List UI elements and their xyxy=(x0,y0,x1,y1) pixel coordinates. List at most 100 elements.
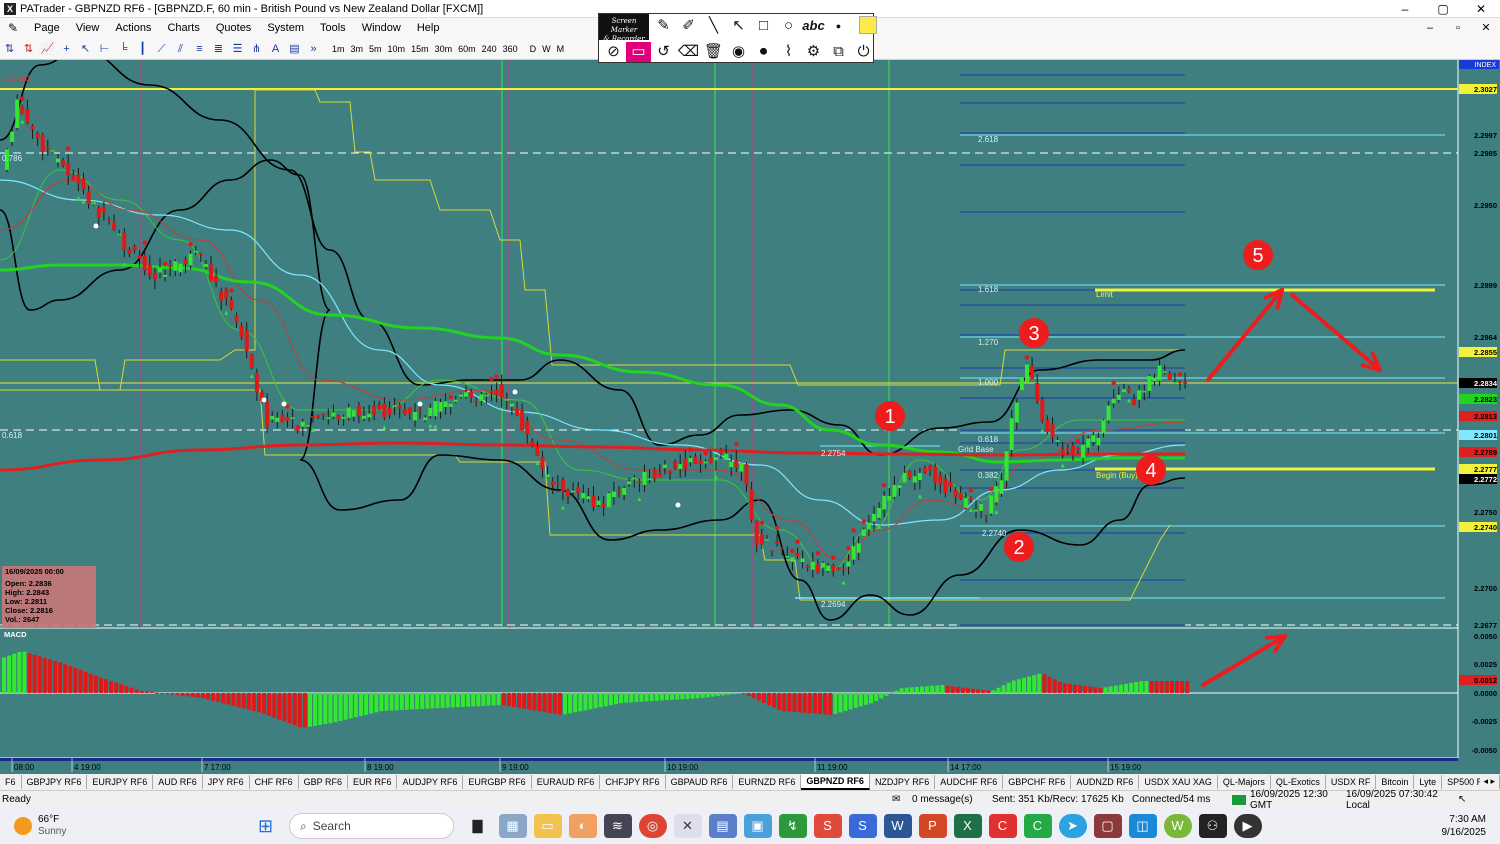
highlighter-icon[interactable]: ✐ xyxy=(676,16,701,36)
chart-area[interactable]: MACD 2.618 1.618 1.270 1.000 0.618 0.382 0.786… xyxy=(0,49,1500,774)
settings-icon[interactable]: ⚙ xyxy=(801,42,826,62)
mdi-close-button[interactable]: ✕ xyxy=(1472,18,1500,38)
symbol-tab[interactable]: QL-Majors xyxy=(1218,775,1271,789)
telegram-icon[interactable]: ➤ xyxy=(1058,814,1087,838)
patrader-icon[interactable]: ✕ xyxy=(673,814,702,838)
word-icon[interactable]: W xyxy=(883,814,912,838)
menu-system[interactable]: System xyxy=(259,18,312,38)
weather-widget[interactable]: 66°F Sunny xyxy=(38,814,248,838)
hline-icon[interactable]: ⊢ xyxy=(96,41,113,57)
menu-charts[interactable]: Charts xyxy=(159,18,207,38)
line-icon[interactable]: ╲ xyxy=(701,16,726,36)
tf-15m[interactable]: 15m xyxy=(408,41,432,57)
pitchfork-icon[interactable]: ⋔ xyxy=(248,41,265,57)
pen-icon[interactable]: ✎ xyxy=(651,16,676,36)
fan-icon[interactable]: ⫽ xyxy=(172,41,189,57)
vline-icon[interactable]: ┃ xyxy=(134,41,151,57)
app-blue-icon[interactable]: ◫ xyxy=(1128,814,1157,838)
more-icon[interactable]: » xyxy=(305,41,322,57)
screen-icon[interactable]: ▭ xyxy=(626,42,651,62)
tf-60m[interactable]: 60m xyxy=(455,41,479,57)
notepad-icon[interactable]: ▤ xyxy=(708,814,737,838)
hide-icon[interactable]: ⊘ xyxy=(601,42,626,62)
app-dark-icon[interactable]: ≋ xyxy=(603,814,632,838)
tf-240[interactable]: 240 xyxy=(479,41,500,57)
maximize-button[interactable]: ▢ xyxy=(1424,0,1462,18)
trendline-icon[interactable]: ⟋ xyxy=(153,41,170,57)
symbol-tab[interactable]: AUDCHF RF6 xyxy=(935,775,1004,789)
symbol-tab[interactable]: EURNZD RF6 xyxy=(733,775,802,789)
tf-w[interactable]: W xyxy=(539,41,554,57)
symbol-tab[interactable]: QL-Exotics xyxy=(1271,775,1326,789)
tf-10m[interactable]: 10m xyxy=(385,41,409,57)
symbol-tab[interactable]: AUDNZD RF6 xyxy=(1071,775,1140,789)
symbol-tab[interactable]: Bitcoin xyxy=(1376,775,1415,789)
app-orange-icon[interactable]: ◐ xyxy=(568,814,597,838)
symbol-tab[interactable]: USDX RF xyxy=(1326,775,1377,789)
symbol-tab[interactable]: GBPJPY RF6 xyxy=(22,775,88,789)
symbol-tab[interactable]: JPY RF6 xyxy=(203,775,250,789)
menu-view[interactable]: View xyxy=(68,18,108,38)
menu-quotes[interactable]: Quotes xyxy=(208,18,259,38)
chart-canvas[interactable]: MACD 2.618 1.618 1.270 1.000 0.618 0.382 0.786… xyxy=(0,49,1500,774)
menu-window[interactable]: Window xyxy=(354,18,409,38)
trash-icon[interactable]: 🗑 xyxy=(701,42,726,62)
media-player-icon[interactable]: ▶ xyxy=(1233,814,1262,838)
task-view-icon[interactable]: ▇ xyxy=(464,814,492,838)
app-blue-s-icon[interactable]: S xyxy=(848,814,877,838)
symbol-tab[interactable]: Lyte xyxy=(1414,775,1443,789)
eraser-icon[interactable]: ⌫ xyxy=(676,42,701,62)
app-red-icon[interactable]: S xyxy=(813,814,842,838)
search-input[interactable]: ⌕ Search xyxy=(289,813,454,839)
clock[interactable]: 7:30 AM 9/16/2025 xyxy=(1442,813,1487,839)
app-green-icon[interactable]: ↯ xyxy=(778,814,807,838)
minimize-button[interactable]: – xyxy=(1386,0,1424,18)
symbol-tab[interactable]: CHFJPY RF6 xyxy=(600,775,666,789)
symbol-tab[interactable]: GBPAUD RF6 xyxy=(666,775,734,789)
brush-icon[interactable]: ⌇ xyxy=(776,42,801,62)
symbol-tab[interactable]: F6 xyxy=(0,775,22,789)
tf-30m[interactable]: 30m xyxy=(432,41,456,57)
cursor-icon[interactable]: ↖ xyxy=(77,41,94,57)
app-lime-icon[interactable]: W xyxy=(1163,814,1192,838)
symbol-tab[interactable]: GBP RF6 xyxy=(299,775,348,789)
crosshair-icon[interactable]: + xyxy=(58,41,75,57)
symbol-tab[interactable]: AUDJPY RF6 xyxy=(397,775,464,789)
app-green-c-icon[interactable]: C xyxy=(1023,814,1052,838)
record-icon[interactable]: ⏺ xyxy=(751,42,776,62)
buy-arrow-icon[interactable]: ⇅ xyxy=(1,41,18,57)
file-explorer-icon[interactable]: ▭ xyxy=(533,814,562,838)
symbol-tab[interactable]: CHF RF6 xyxy=(250,775,299,789)
color-picker[interactable] xyxy=(859,16,877,34)
symbol-tab[interactable]: GBPNZD RF6 xyxy=(801,774,870,790)
symbol-tab[interactable]: GBPCHF RF6 xyxy=(1003,775,1072,789)
symbol-tab[interactable]: NZDJPY RF6 xyxy=(870,775,936,789)
excel-icon[interactable]: X xyxy=(953,814,982,838)
start-icon[interactable]: ⊞ xyxy=(252,814,280,838)
sell-arrow-icon[interactable]: ⇅ xyxy=(20,41,37,57)
tf-1m[interactable]: 1m xyxy=(329,41,348,57)
dot-icon[interactable]: ● xyxy=(826,16,851,36)
symbol-tab[interactable]: AUD RF6 xyxy=(153,775,203,789)
tf-d[interactable]: D xyxy=(527,41,540,57)
symbol-tab[interactable]: EURGBP RF6 xyxy=(463,775,532,789)
tf-3m[interactable]: 3m xyxy=(348,41,367,57)
rectangle-icon[interactable]: □ xyxy=(751,16,776,36)
symbol-tab[interactable]: EURAUD RF6 xyxy=(532,775,601,789)
rect-icon[interactable]: ▤ xyxy=(286,41,303,57)
text-icon[interactable]: abc xyxy=(801,16,826,36)
chart-icon[interactable]: 📈 xyxy=(39,41,56,57)
ellipse-icon[interactable]: ○ xyxy=(776,16,801,36)
grid-icon[interactable]: ☰ xyxy=(229,41,246,57)
tab-scroll-icon[interactable]: ◂ ▸ xyxy=(1480,774,1498,788)
fib-icon[interactable]: ≡ xyxy=(191,41,208,57)
symbol-tab[interactable]: USDX XAU XAG xyxy=(1139,775,1218,789)
app-black-icon[interactable]: ⚇ xyxy=(1198,814,1227,838)
calculator-icon[interactable]: ▦ xyxy=(498,814,527,838)
chrome-icon[interactable]: ◎ xyxy=(638,814,667,838)
arrow-icon[interactable]: ↖ xyxy=(726,16,751,36)
app-red-c-icon[interactable]: C xyxy=(988,814,1017,838)
text-tool-icon[interactable]: A xyxy=(267,41,284,57)
camera-icon[interactable]: ◉ xyxy=(726,42,751,62)
powerpoint-icon[interactable]: P xyxy=(918,814,947,838)
